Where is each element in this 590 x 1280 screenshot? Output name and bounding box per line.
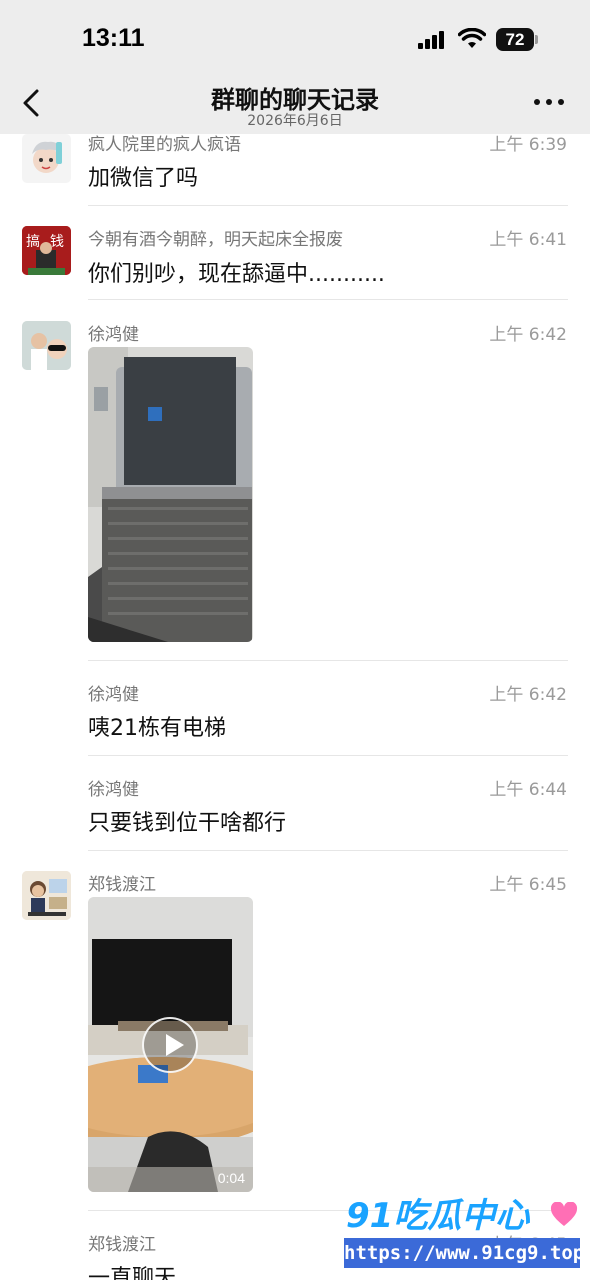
avatar[interactable] (22, 871, 71, 920)
chat-message: 搞 钱 今朝有酒今朝醉，明天起床全报废 上午 6:41 你们别吵，现在舔逼中..… (0, 206, 590, 301)
watermark-logo: 91吃瓜中心 (346, 1196, 530, 1236)
chat-message: 郑钱渡江 上午 6:45 0:04 (0, 851, 590, 1211)
sender-name[interactable]: 郑钱渡江 (88, 870, 156, 895)
sender-name[interactable]: 徐鸿健 (88, 680, 139, 705)
wifi-icon (458, 28, 486, 48)
message-time: 上午 6:41 (489, 230, 567, 250)
sender-name[interactable]: 今朝有酒今朝醉，明天起床全报废 (88, 225, 343, 250)
more-dots-icon[interactable] (534, 99, 564, 107)
avatar[interactable] (22, 134, 71, 183)
signal-icon (418, 31, 448, 49)
video-attachment[interactable]: 0:04 (88, 897, 253, 1192)
page-subtitle-date: 2026年6月6日 (247, 113, 343, 129)
svg-text:搞: 搞 (26, 234, 40, 250)
chat-message: 徐鸿健 上午 6:42 (0, 301, 590, 661)
message-text[interactable]: 只要钱到位干啥都行 (88, 805, 286, 837)
play-icon[interactable] (142, 1017, 198, 1073)
message-time: 上午 6:44 (489, 780, 567, 800)
chat-message: 徐鸿健 上午 6:44 只要钱到位干啥都行 (0, 756, 590, 851)
message-text[interactable]: 一直聊天 (88, 1260, 176, 1280)
watermark-url: https://www.91cg9.top (344, 1238, 584, 1268)
battery-level: 72 (505, 30, 525, 49)
message-time: 上午 6:42 (489, 325, 567, 345)
chat-message: 徐鸿健 上午 6:42 咦21栋有电梯 (0, 661, 590, 756)
status-time: 13:11 (82, 24, 145, 52)
heart-icon (550, 1202, 578, 1226)
sender-name[interactable]: 郑钱渡江 (88, 1230, 156, 1255)
message-time: 上午 6:42 (489, 685, 567, 705)
watermark: 91吃瓜中心 https://www.91cg9.top (340, 1188, 590, 1280)
message-text[interactable]: 加微信了吗 (88, 160, 198, 192)
avatar[interactable]: 搞 钱 (22, 226, 71, 275)
sender-name[interactable]: 徐鸿健 (88, 775, 139, 800)
message-text[interactable]: 咦21栋有电梯 (88, 710, 226, 742)
avatar[interactable] (22, 321, 71, 370)
divider (88, 299, 568, 300)
sender-name[interactable]: 徐鸿健 (88, 320, 139, 345)
video-duration: 0:04 (217, 1170, 245, 1186)
svg-text:钱: 钱 (50, 234, 64, 250)
top-bar: 13:11 72 群聊的聊天记录 2026年6月6日 (0, 0, 590, 134)
image-attachment[interactable] (88, 347, 253, 642)
message-text[interactable]: 你们别吵，现在舔逼中........... (88, 256, 385, 288)
message-time: 上午 6:45 (489, 875, 567, 895)
battery-icon: 72 (496, 28, 538, 51)
